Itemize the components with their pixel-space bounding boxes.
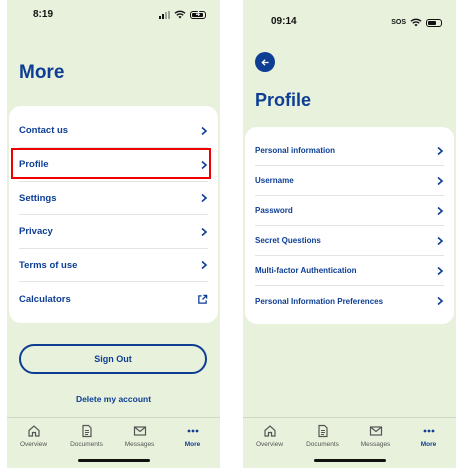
menu-item-username[interactable]: Username [255, 166, 444, 196]
menu-item-label: Privacy [19, 226, 53, 237]
chevron-right-icon [201, 126, 208, 135]
chevron-right-icon [201, 227, 208, 236]
document-icon [81, 424, 92, 438]
tab-more[interactable]: More [402, 424, 455, 448]
home-indicator [313, 459, 386, 462]
chevron-right-icon [437, 236, 444, 245]
status-icons: 4 [159, 10, 206, 19]
chevron-right-icon [437, 296, 444, 306]
tab-label: Overview [19, 441, 48, 448]
menu-item-privacy[interactable]: Privacy [19, 215, 208, 249]
chevron-right-icon [437, 206, 444, 215]
more-menu-card: Contact us Profile Settings Privacy Term… [9, 106, 218, 323]
more-dots-icon [423, 429, 434, 433]
home-icon [27, 425, 40, 437]
profile-screen: 09:14 SOS Profile Personal information U… [243, 0, 456, 468]
battery-level: 4 [196, 10, 200, 18]
page-title: Profile [255, 90, 312, 110]
document-icon [317, 424, 328, 438]
menu-item-label: Contact us [19, 125, 69, 136]
menu-item-password[interactable]: Password [255, 196, 444, 226]
sos-indicator: SOS [391, 19, 406, 26]
tab-label: Messages [124, 441, 155, 448]
profile-menu-card: Personal information Username Password S… [245, 127, 454, 324]
tab-messages[interactable]: Messages [113, 424, 166, 448]
tab-label: Messages [360, 441, 391, 448]
highlight-box [11, 148, 211, 179]
menu-item-terms-of-use[interactable]: Terms of use [19, 249, 208, 282]
tab-label: More [184, 441, 201, 448]
page-title: More [19, 62, 65, 83]
tab-messages[interactable]: Messages [349, 424, 402, 448]
menu-item-contact-us[interactable]: Contact us [19, 114, 208, 148]
status-time: 8:19 [33, 9, 54, 20]
home-icon [263, 425, 276, 437]
battery-icon [426, 18, 442, 27]
battery-icon: 4 [190, 10, 206, 19]
status-bar: 8:19 4 [7, 8, 220, 24]
sign-out-button[interactable]: Sign Out [19, 344, 207, 374]
chevron-right-icon [201, 193, 208, 203]
tab-label: More [420, 441, 437, 448]
menu-item-label: Secret Questions [255, 236, 321, 245]
tab-bar: Overview Documents Messages More [243, 417, 456, 468]
chevron-right-icon [437, 146, 444, 155]
menu-item-calculators[interactable]: Calculators [19, 282, 208, 316]
menu-item-label: Settings [19, 192, 57, 204]
menu-item-label: Personal information [255, 146, 336, 155]
chevron-right-icon [437, 266, 444, 275]
status-icons: SOS [391, 18, 442, 27]
menu-item-personal-information-preferences[interactable]: Personal Information Preferences [255, 286, 444, 316]
menu-item-label: Terms of use [19, 259, 78, 271]
wifi-icon [410, 18, 422, 27]
menu-item-label: Calculators [19, 293, 71, 305]
menu-item-secret-questions[interactable]: Secret Questions [255, 226, 444, 256]
chevron-right-icon [437, 176, 444, 185]
back-button[interactable] [255, 52, 275, 72]
status-bar: 09:14 SOS [243, 8, 456, 27]
tab-label: Documents [306, 441, 339, 448]
menu-item-multi-factor-authentication[interactable]: Multi-factor Authentication [255, 256, 444, 286]
menu-item-label: Multi-factor Authentication [255, 266, 357, 275]
mail-icon [369, 426, 382, 436]
menu-item-personal-information[interactable]: Personal information [255, 136, 444, 166]
tab-documents[interactable]: Documents [296, 424, 349, 448]
tab-bar: Overview Documents Messages More [7, 417, 220, 468]
status-time: 09:14 [271, 16, 297, 27]
wifi-icon [174, 10, 186, 19]
delete-account-link[interactable]: Delete my account [7, 394, 220, 404]
menu-item-label: Password [255, 206, 293, 215]
tab-label: Overview [255, 441, 284, 448]
tab-documents[interactable]: Documents [60, 424, 113, 448]
signal-icon [159, 10, 170, 19]
back-arrow-icon [260, 58, 269, 66]
more-screen: 8:19 4 More Contact us Profile Settings … [7, 0, 220, 468]
more-dots-icon [187, 429, 198, 433]
tab-overview[interactable]: Overview [7, 424, 60, 448]
home-indicator [77, 459, 150, 462]
tab-more[interactable]: More [166, 424, 219, 448]
menu-item-label: Personal Information Preferences [255, 296, 384, 306]
external-link-icon [198, 294, 208, 304]
tab-overview[interactable]: Overview [243, 424, 296, 448]
menu-item-label: Username [255, 176, 294, 185]
tab-label: Documents [70, 441, 103, 448]
chevron-right-icon [201, 260, 208, 270]
menu-item-settings[interactable]: Settings [19, 182, 208, 215]
mail-icon [133, 426, 146, 436]
